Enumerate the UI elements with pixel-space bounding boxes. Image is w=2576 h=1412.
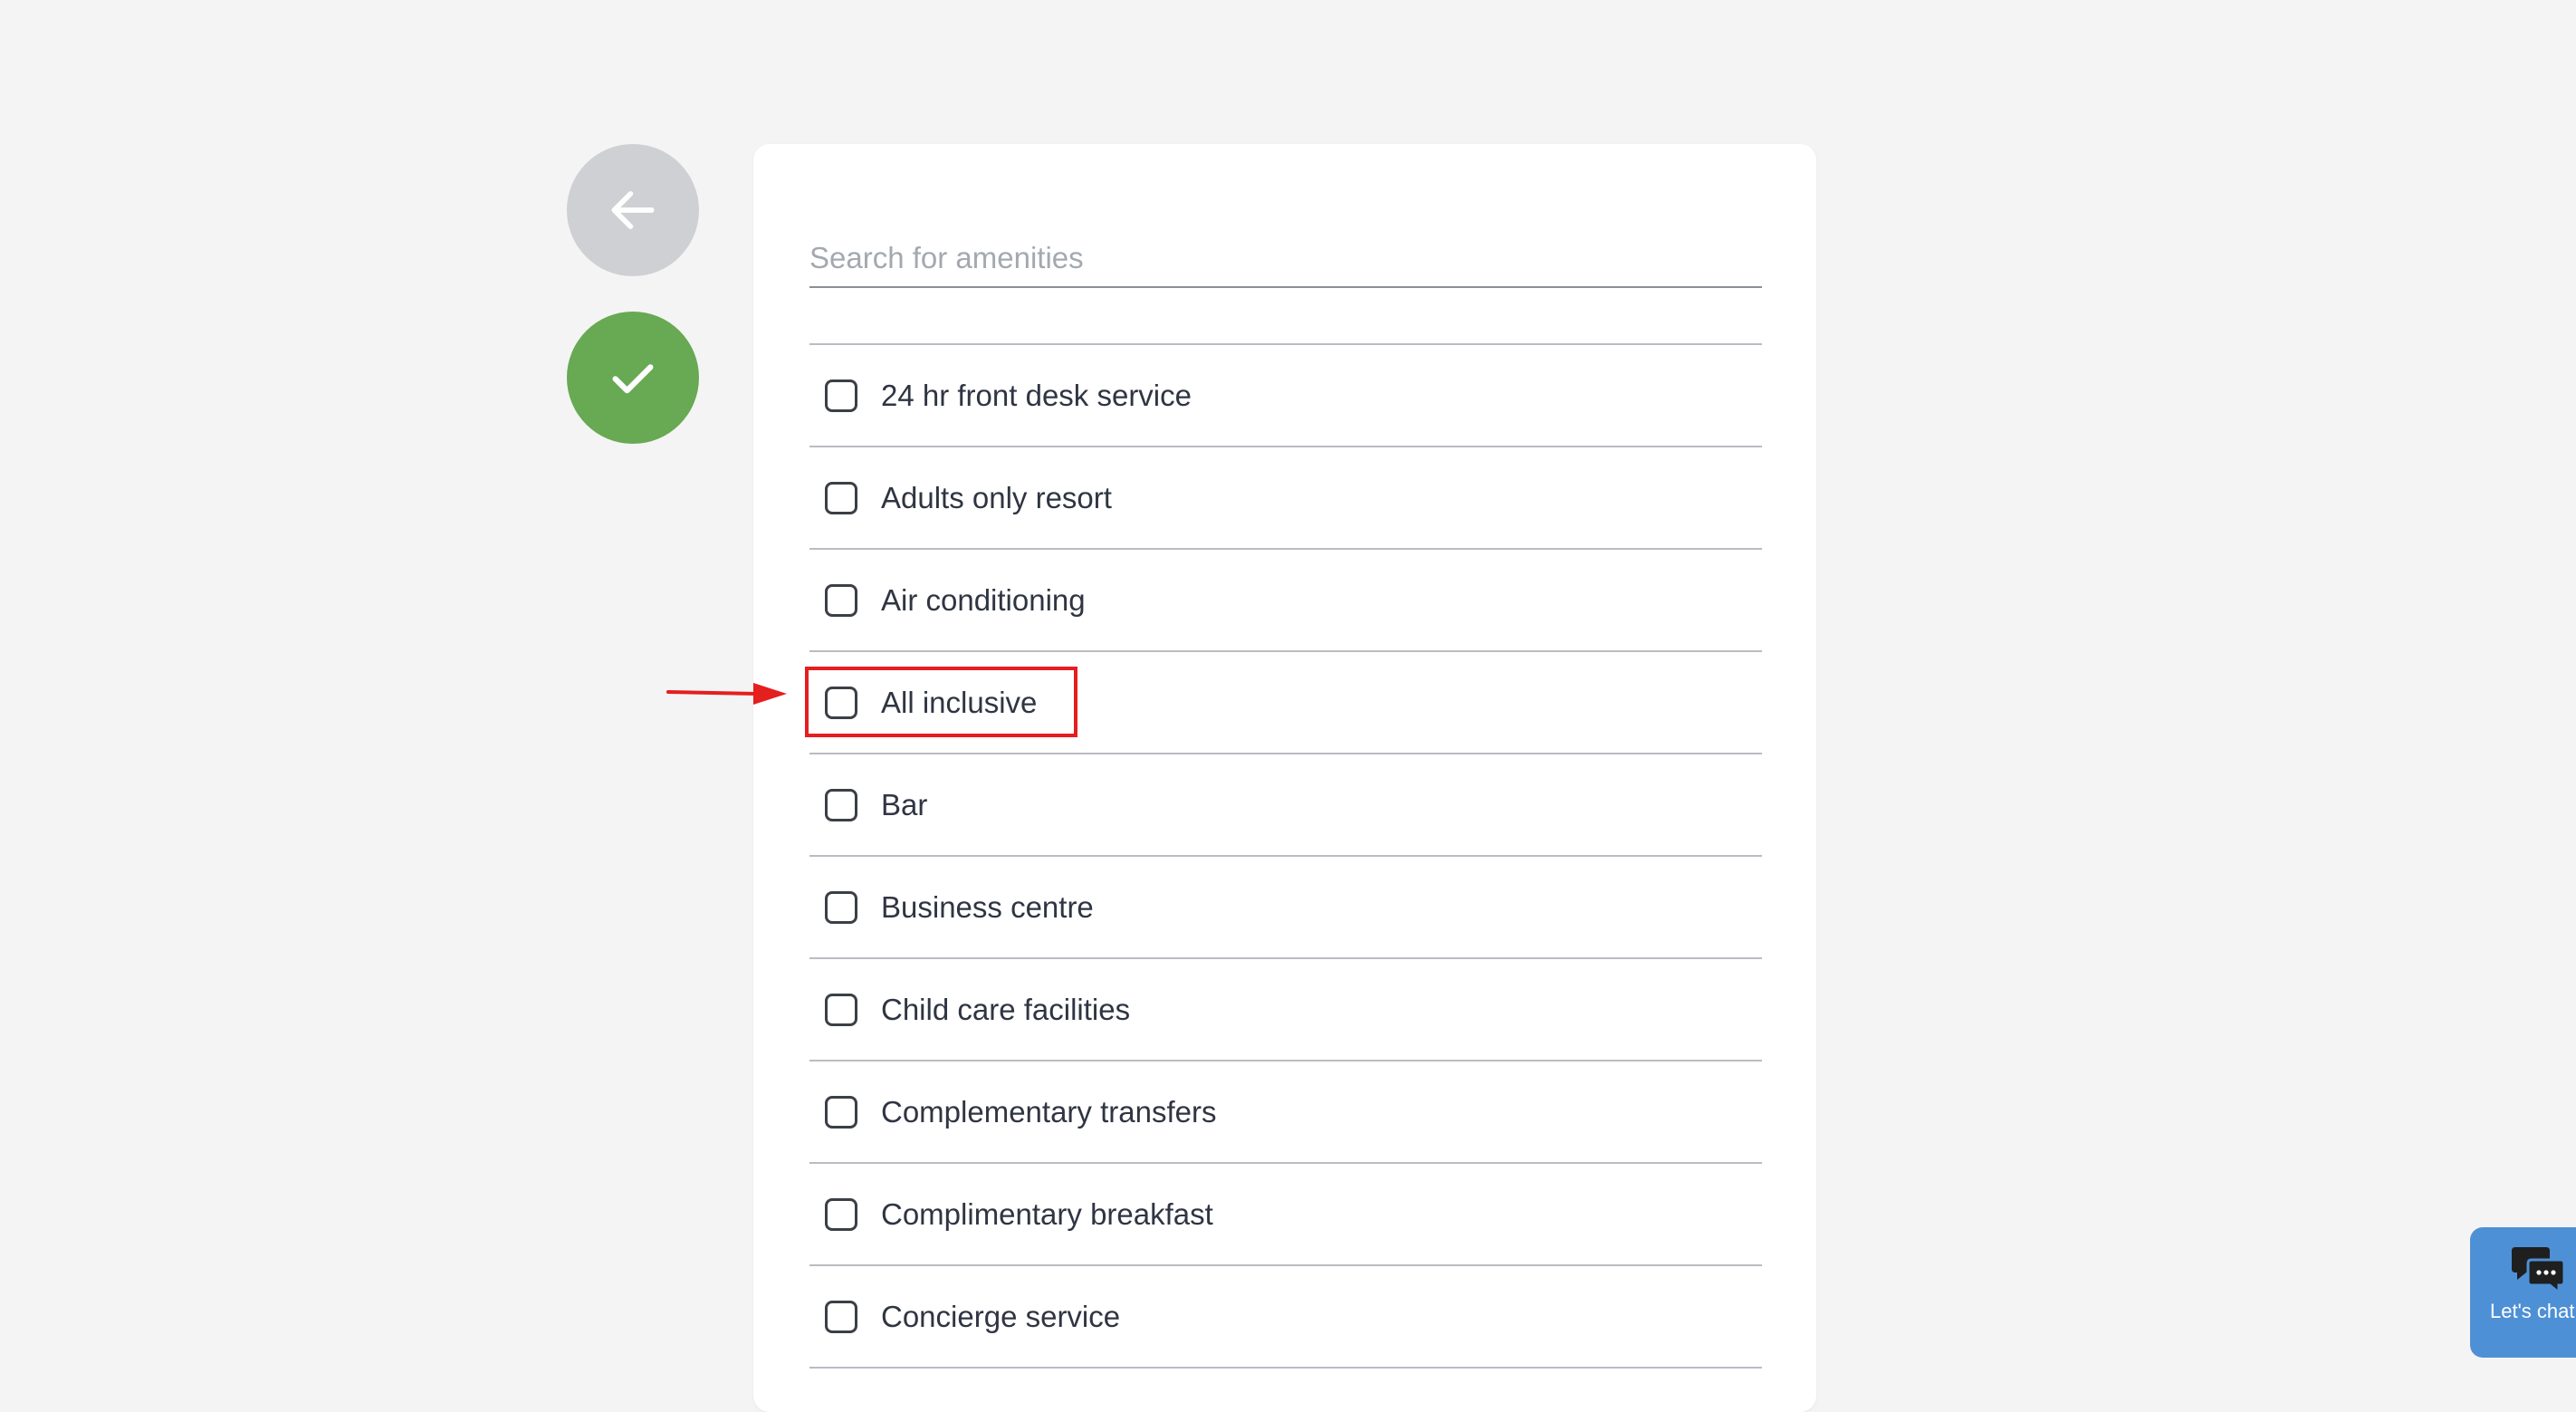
checkbox[interactable] xyxy=(825,1197,857,1231)
amenity-item-air-conditioning[interactable]: Air conditioning xyxy=(809,550,1762,652)
amenity-item-adults-only[interactable]: Adults only resort xyxy=(809,447,1762,550)
confirm-button[interactable] xyxy=(567,312,699,444)
search-input[interactable] xyxy=(809,230,1762,286)
amenity-label: Business centre xyxy=(881,889,1094,924)
amenity-label: Complimentary breakfast xyxy=(881,1196,1213,1231)
amenity-label: Adults only resort xyxy=(881,480,1112,514)
checkbox[interactable] xyxy=(825,788,857,821)
arrow-left-icon xyxy=(611,191,655,229)
amenities-card: 24 hr front desk service Adults only res… xyxy=(753,144,1816,1412)
checkbox[interactable] xyxy=(825,1300,857,1333)
chat-widget[interactable]: Let's chat xyxy=(2470,1227,2576,1358)
checkbox[interactable] xyxy=(825,583,857,617)
chat-bubbles-icon xyxy=(2512,1247,2564,1292)
amenity-item-24hr-front-desk[interactable]: 24 hr front desk service xyxy=(809,345,1762,447)
checkbox[interactable] xyxy=(825,890,857,924)
chat-label: Let's chat xyxy=(2490,1300,2575,1322)
checkbox[interactable] xyxy=(825,481,857,514)
amenity-label: Air conditioning xyxy=(881,582,1086,617)
checkbox[interactable] xyxy=(825,993,857,1026)
amenity-item-bar[interactable]: Bar xyxy=(809,754,1762,857)
amenity-item-complementary-transfers[interactable]: Complementary transfers xyxy=(809,1061,1762,1164)
amenity-label: Child care facilities xyxy=(881,992,1131,1026)
amenity-label: Concierge service xyxy=(881,1299,1121,1333)
amenity-label: 24 hr front desk service xyxy=(881,378,1192,412)
highlight-box xyxy=(805,667,1077,737)
checkbox[interactable] xyxy=(825,1095,857,1129)
checkbox[interactable] xyxy=(825,379,857,412)
amenity-label: Bar xyxy=(881,787,928,821)
pointer-arrow-icon xyxy=(666,683,787,705)
search-field xyxy=(809,230,1762,288)
amenity-label: Complementary transfers xyxy=(881,1094,1217,1129)
amenities-list: 24 hr front desk service Adults only res… xyxy=(809,343,1762,1369)
amenity-item-complimentary-breakfast[interactable]: Complimentary breakfast xyxy=(809,1164,1762,1266)
amenity-item-business-centre[interactable]: Business centre xyxy=(809,857,1762,959)
amenity-item-child-care[interactable]: Child care facilities xyxy=(809,959,1762,1061)
checkmark-icon xyxy=(612,364,654,394)
amenity-item-concierge-service[interactable]: Concierge service xyxy=(809,1266,1762,1369)
back-button[interactable] xyxy=(567,144,699,276)
